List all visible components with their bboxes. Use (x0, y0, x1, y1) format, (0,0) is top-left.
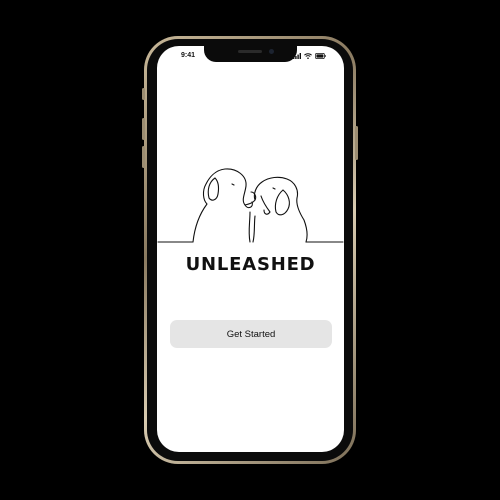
front-camera (269, 49, 274, 54)
get-started-button[interactable]: Get Started (170, 320, 332, 348)
status-icons (293, 53, 326, 59)
power-button (355, 126, 358, 160)
notch (204, 46, 297, 62)
signal-icon (293, 53, 301, 59)
volume-up-button (142, 118, 145, 140)
volume-down-button (142, 146, 145, 168)
two-dogs-line-art-icon (157, 168, 344, 243)
status-time: 9:41 (181, 52, 196, 59)
speaker-grille (238, 50, 262, 53)
battery-icon (315, 53, 326, 59)
wifi-icon (304, 53, 312, 59)
app-title: UNLEASHED (185, 254, 316, 275)
mute-switch (142, 88, 145, 100)
phone-screen: 9:41 UNLEASHED Get Started (157, 46, 344, 452)
